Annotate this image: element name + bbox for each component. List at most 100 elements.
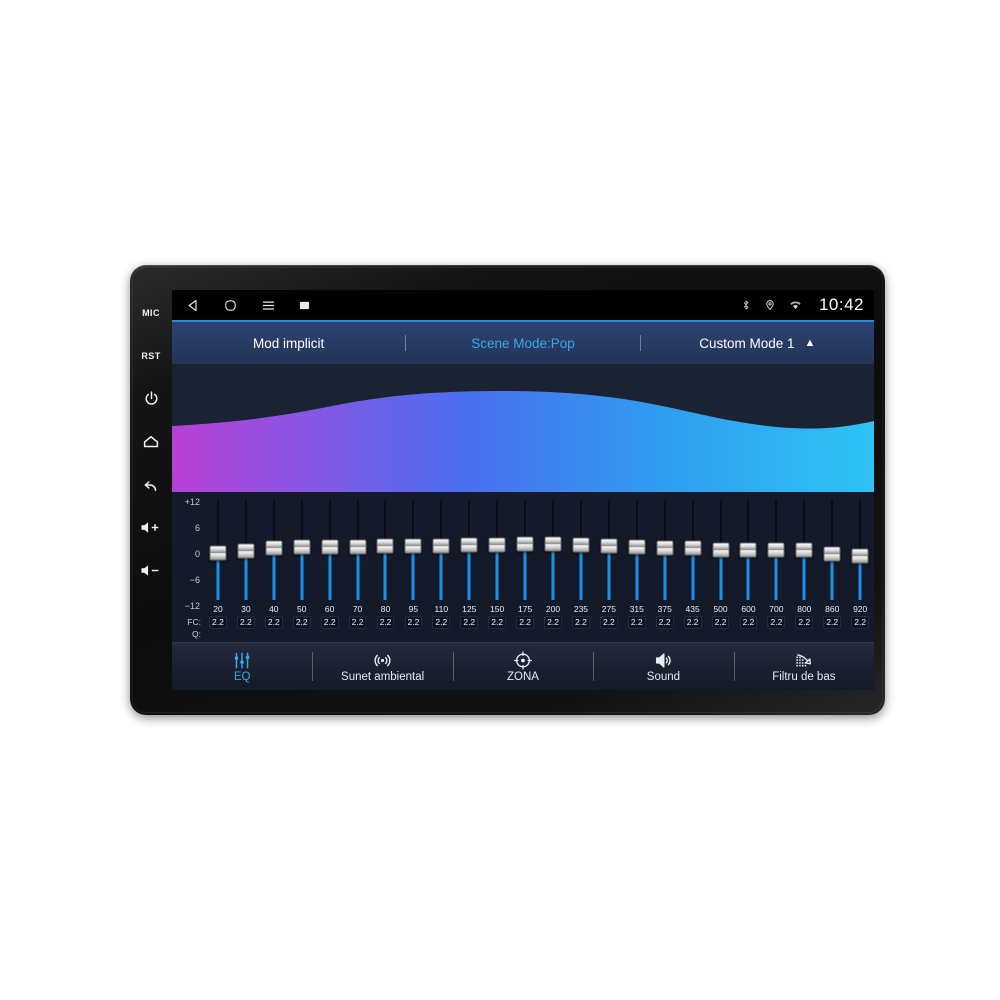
slider-handle[interactable]: [823, 546, 841, 562]
eq-band-slider[interactable]: [790, 498, 818, 602]
slider-handle[interactable]: [404, 538, 422, 554]
slider-handle[interactable]: [460, 537, 478, 553]
eq-band-slider[interactable]: [483, 498, 511, 602]
slider-handle[interactable]: [321, 539, 339, 555]
eq-band[interactable]: 80 2.2: [372, 498, 400, 642]
eq-band[interactable]: 50 2.2: [288, 498, 316, 642]
slider-handle[interactable]: [767, 542, 785, 558]
power-button[interactable]: [131, 377, 171, 420]
home-button[interactable]: [131, 420, 171, 463]
slider-handle[interactable]: [237, 543, 255, 559]
eq-band-slider[interactable]: [372, 498, 400, 602]
slider-handle[interactable]: [432, 538, 450, 554]
band-q-value[interactable]: 2.2: [316, 616, 344, 629]
eq-band[interactable]: 315 2.2: [623, 498, 651, 642]
eq-band-slider[interactable]: [288, 498, 316, 602]
eq-band[interactable]: 600 2.2: [735, 498, 763, 642]
slider-handle[interactable]: [293, 539, 311, 555]
mode-tab-default[interactable]: Mod implicit: [172, 322, 405, 364]
eq-band-slider[interactable]: [455, 498, 483, 602]
nav-item-zone[interactable]: ZONA: [452, 643, 593, 690]
eq-band[interactable]: 70 2.2: [344, 498, 372, 642]
slider-handle[interactable]: [572, 537, 590, 553]
eq-band-slider[interactable]: [567, 498, 595, 602]
slider-handle[interactable]: [600, 538, 618, 554]
band-q-value[interactable]: 2.2: [735, 616, 763, 629]
screenshot-icon[interactable]: [299, 300, 310, 311]
band-q-value[interactable]: 2.2: [846, 616, 874, 629]
eq-band[interactable]: 375 2.2: [651, 498, 679, 642]
mode-tab-scene[interactable]: Scene Mode:Pop: [406, 322, 639, 364]
eq-band-slider[interactable]: [735, 498, 763, 602]
band-q-value[interactable]: 2.2: [483, 616, 511, 629]
slider-handle[interactable]: [349, 539, 367, 555]
band-q-value[interactable]: 2.2: [707, 616, 735, 629]
eq-band-slider[interactable]: [846, 498, 874, 602]
back-button[interactable]: [131, 463, 171, 506]
band-q-value[interactable]: 2.2: [455, 616, 483, 629]
band-q-value[interactable]: 2.2: [595, 616, 623, 629]
eq-band[interactable]: 30 2.2: [232, 498, 260, 642]
eq-band-slider[interactable]: [595, 498, 623, 602]
eq-band[interactable]: 700 2.2: [762, 498, 790, 642]
eq-band[interactable]: 95 2.2: [399, 498, 427, 642]
slider-handle[interactable]: [376, 538, 394, 554]
eq-band-slider[interactable]: [204, 498, 232, 602]
volume-up-button[interactable]: [131, 506, 171, 549]
eq-band-slider[interactable]: [539, 498, 567, 602]
nav-item-surround[interactable]: Sunet ambiental: [312, 643, 452, 690]
home-squircle-icon[interactable]: [223, 298, 238, 313]
slider-handle[interactable]: [851, 548, 869, 564]
eq-band-slider[interactable]: [679, 498, 707, 602]
nav-item-bass-filter[interactable]: Filtru de bas: [733, 643, 874, 690]
eq-band[interactable]: 125 2.2: [455, 498, 483, 642]
band-q-value[interactable]: 2.2: [260, 616, 288, 629]
eq-band-slider[interactable]: [818, 498, 846, 602]
band-q-value[interactable]: 2.2: [651, 616, 679, 629]
slider-handle[interactable]: [712, 542, 730, 558]
eq-band-slider[interactable]: [232, 498, 260, 602]
slider-handle[interactable]: [684, 540, 702, 556]
band-q-value[interactable]: 2.2: [790, 616, 818, 629]
eq-band[interactable]: 920 2.2: [846, 498, 874, 642]
eq-band[interactable]: 175 2.2: [511, 498, 539, 642]
eq-band[interactable]: 235 2.2: [567, 498, 595, 642]
menu-hamburger-icon[interactable]: [260, 298, 277, 313]
eq-band[interactable]: 860 2.2: [818, 498, 846, 642]
band-q-value[interactable]: 2.2: [567, 616, 595, 629]
band-q-value[interactable]: 2.2: [399, 616, 427, 629]
band-q-value[interactable]: 2.2: [344, 616, 372, 629]
band-q-value[interactable]: 2.2: [232, 616, 260, 629]
eq-band[interactable]: 200 2.2: [539, 498, 567, 642]
eq-band-slider[interactable]: [511, 498, 539, 602]
eq-band-slider[interactable]: [762, 498, 790, 602]
nav-item-sound[interactable]: Sound: [593, 643, 733, 690]
eq-band-slider[interactable]: [260, 498, 288, 602]
slider-handle[interactable]: [628, 539, 646, 555]
slider-handle[interactable]: [209, 545, 227, 561]
band-q-value[interactable]: 2.2: [762, 616, 790, 629]
band-q-value[interactable]: 2.2: [539, 616, 567, 629]
eq-band-slider[interactable]: [399, 498, 427, 602]
eq-band[interactable]: 20 2.2: [204, 498, 232, 642]
slider-handle[interactable]: [656, 540, 674, 556]
eq-band[interactable]: 435 2.2: [679, 498, 707, 642]
band-q-value[interactable]: 2.2: [204, 616, 232, 629]
eq-band-slider[interactable]: [707, 498, 735, 602]
eq-band[interactable]: 800 2.2: [790, 498, 818, 642]
slider-handle[interactable]: [488, 537, 506, 553]
band-q-value[interactable]: 2.2: [818, 616, 846, 629]
band-q-value[interactable]: 2.2: [511, 616, 539, 629]
reset-button[interactable]: RST: [131, 334, 171, 377]
back-triangle-icon[interactable]: [186, 298, 201, 313]
nav-item-eq[interactable]: EQ: [172, 643, 312, 690]
mode-tab-custom[interactable]: Custom Mode 1 ▲: [641, 322, 874, 364]
eq-band[interactable]: 275 2.2: [595, 498, 623, 642]
mic-button[interactable]: MIC: [131, 291, 171, 334]
eq-band-slider[interactable]: [316, 498, 344, 602]
eq-band[interactable]: 150 2.2: [483, 498, 511, 642]
eq-band[interactable]: 60 2.2: [316, 498, 344, 642]
band-q-value[interactable]: 2.2: [623, 616, 651, 629]
slider-handle[interactable]: [516, 536, 534, 552]
eq-band-slider[interactable]: [651, 498, 679, 602]
